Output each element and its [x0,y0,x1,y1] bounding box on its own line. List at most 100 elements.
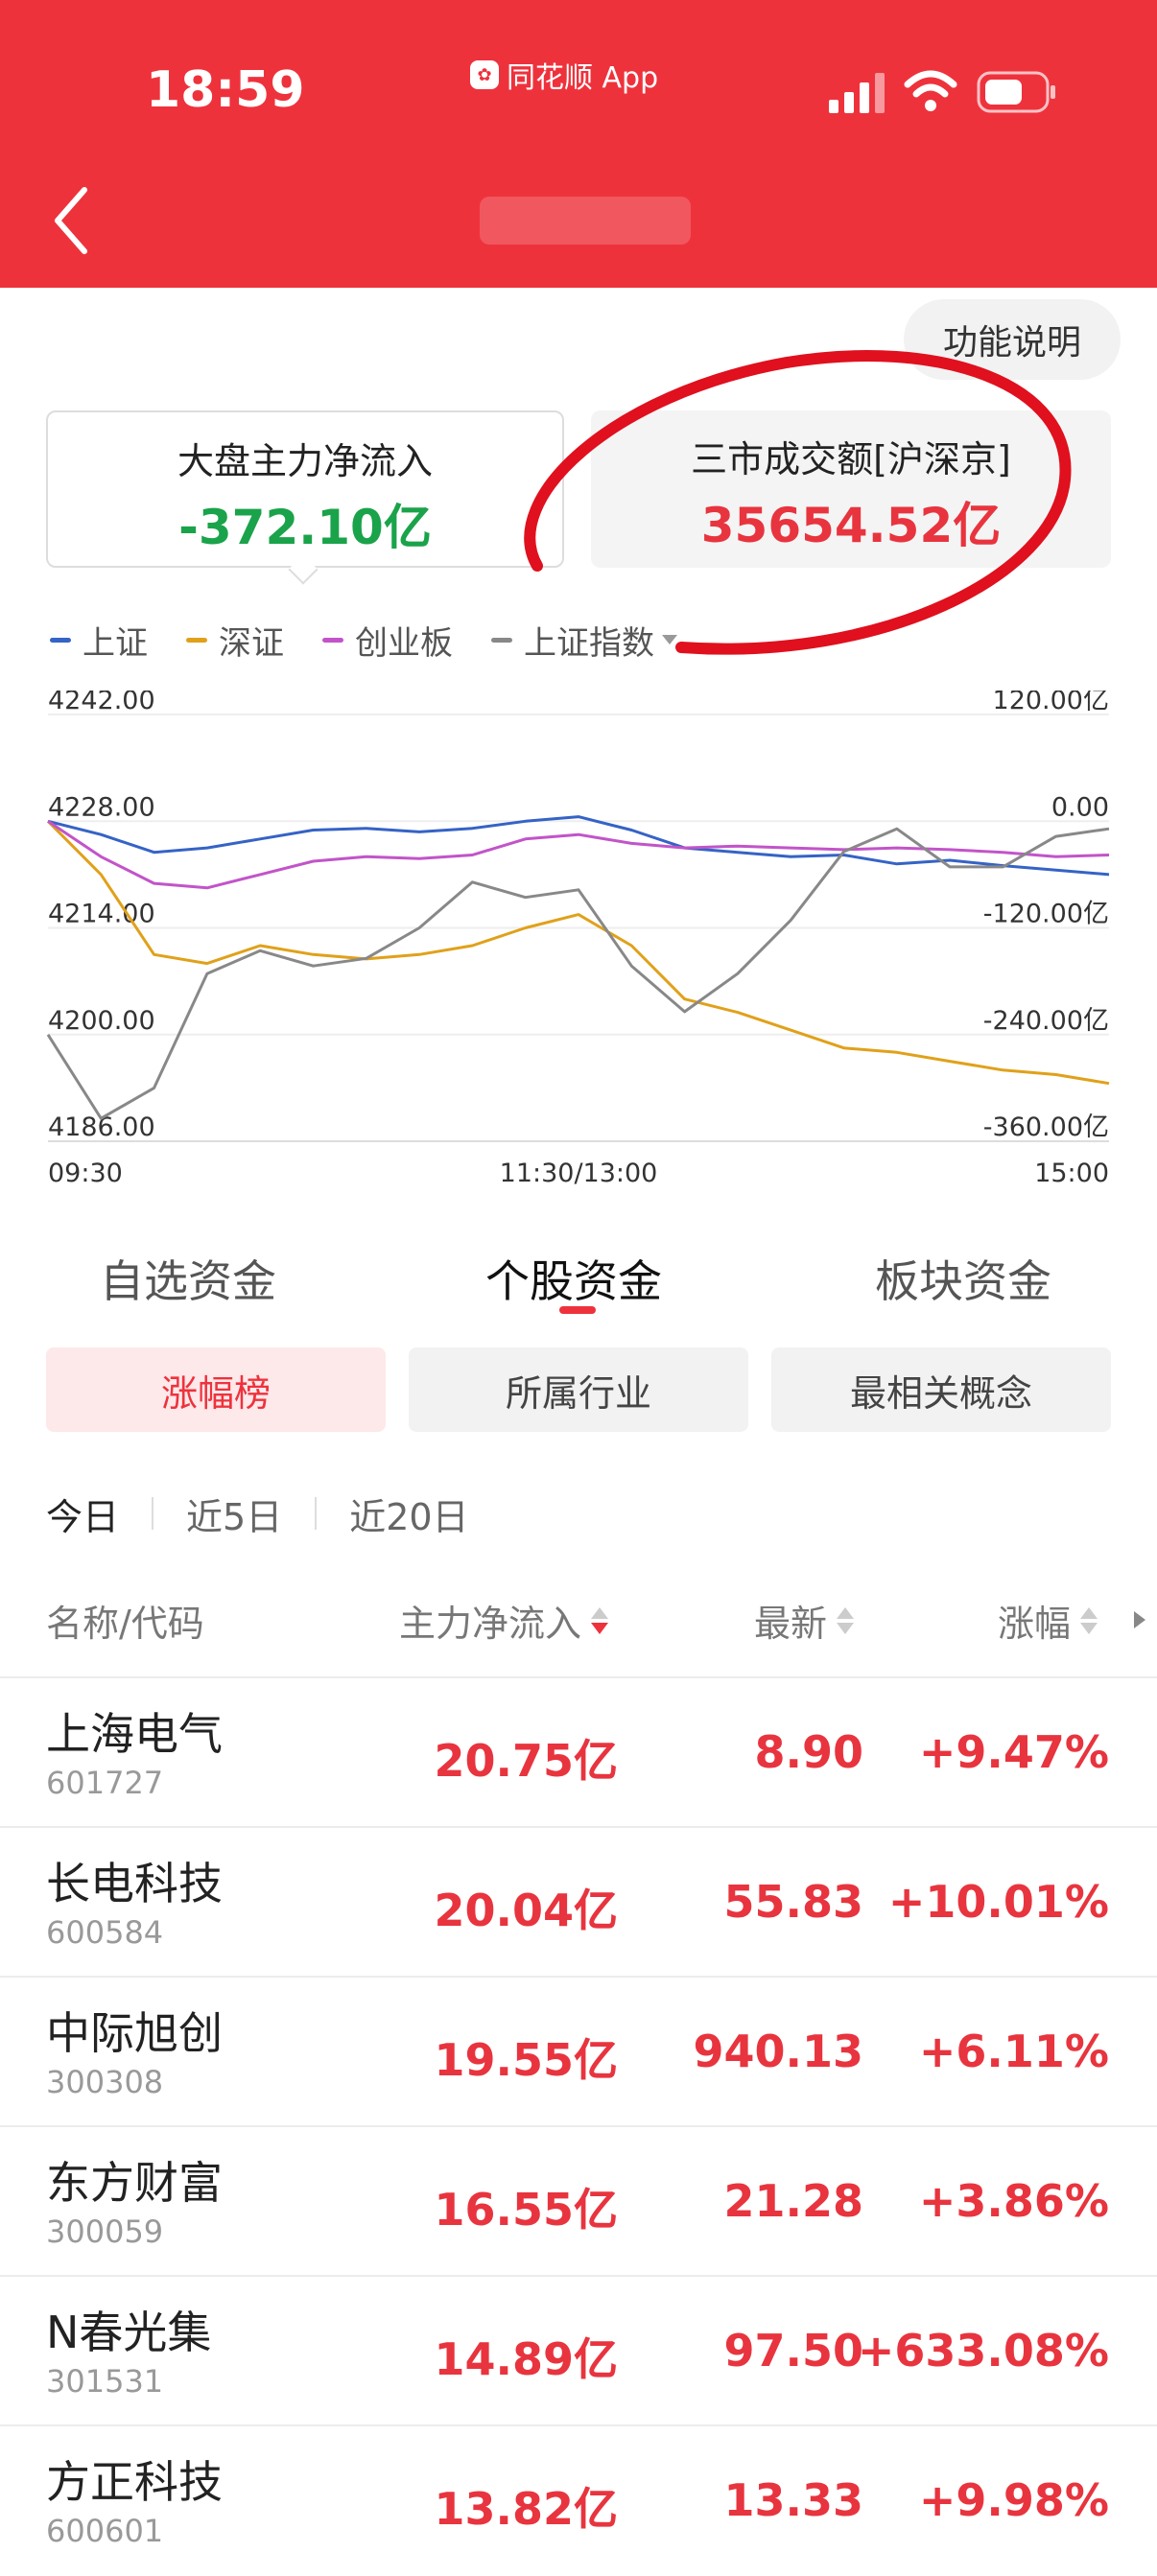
y-left-tick-label: 4214.00 [48,900,155,929]
stock-code: 300308 [46,2064,164,2100]
back-chevron-icon[interactable] [46,182,104,259]
stock-inflow: 19.55亿 [434,2034,618,2086]
legend-item-chinext: 创业板 [322,617,453,664]
table-row[interactable]: 上海电气 601727 20.75亿 8.90 +9.47% [0,1678,1157,1828]
tab-watchlist-funds[interactable]: 自选资金 [100,1247,276,1310]
signal-icon [829,73,885,113]
stock-price: 8.90 [754,1726,864,1778]
table-row[interactable]: 长电科技 600584 20.04亿 55.83 +10.01% [0,1828,1157,1978]
legend-label: 深证 [219,623,284,663]
page-title-blurred [480,197,691,245]
filter-concept[interactable]: 最相关概念 [771,1347,1111,1432]
wifi-icon [904,70,957,111]
sort-icon [1080,1606,1098,1634]
header-label: 涨幅 [998,1603,1072,1645]
y-left-tick-label: 4242.00 [48,691,155,715]
header-bar: 18:59 ✿ 同花顺 App [0,0,1157,288]
legend-label: 上证指数 [524,623,654,663]
stock-inflow: 20.75亿 [434,1735,618,1787]
header-label: 最新 [754,1603,828,1645]
stock-change: +6.11% [918,2026,1109,2077]
divider [152,1497,154,1530]
stock-code: 601727 [46,1765,164,1801]
period-20d[interactable]: 近20日 [349,1487,468,1540]
table-row[interactable]: 中际旭创 300308 19.55亿 940.13 +6.11% [0,1978,1157,2127]
legend-swatch [186,637,207,643]
filter-gainers[interactable]: 涨幅榜 [46,1347,386,1432]
legend-swatch [50,637,71,643]
stock-name: N春光集 [46,2307,212,2358]
stock-inflow: 20.04亿 [434,1885,618,1936]
stock-change: +9.47% [918,1726,1109,1778]
active-tab-indicator [559,1306,596,1314]
stock-price: 21.28 [723,2175,863,2227]
app-badge-label: 同花顺 App [507,61,659,95]
divider [315,1497,318,1530]
legend-swatch [491,637,512,643]
legend-item-sh-index[interactable]: 上证指数 [491,617,677,664]
turnover-card[interactable]: 三市成交额[沪深京] 35654.52亿 [591,410,1111,568]
help-button[interactable]: 功能说明 [904,299,1121,380]
money-flow-chart[interactable]: 4242.00 120.00亿 4228.00 0.00 4214.00 -120.00亿… [0,691,1157,1208]
tab-stock-funds[interactable]: 个股资金 [485,1247,662,1310]
more-columns-icon[interactable] [1134,1611,1145,1628]
stock-price: 940.13 [693,2026,863,2077]
x-tick-label: 09:30 [48,1159,123,1188]
stock-name: 中际旭创 [46,2007,223,2059]
y-right-tick-label: -120.00亿 [983,900,1109,929]
legend-label: 创业板 [355,623,453,663]
table-row[interactable]: 方正科技 600601 13.82亿 13.33 +9.98% [0,2426,1157,2576]
legend-swatch [322,637,343,643]
table-row[interactable]: 东方财富 300059 16.55亿 21.28 +3.86% [0,2127,1157,2277]
header-price[interactable]: 最新 [754,1594,855,1647]
period-today[interactable]: 今日 [46,1487,119,1540]
sort-icon [591,1606,609,1634]
battery-icon [977,71,1055,113]
filter-industry[interactable]: 所属行业 [409,1347,748,1432]
stock-name: 方正科技 [46,2456,223,2508]
net-inflow-label: 大盘主力净流入 [177,440,433,482]
y-left-tick-label: 4200.00 [48,1006,155,1036]
legend-item-shenzhen: 深证 [186,617,284,664]
header-label: 名称/代码 [46,1603,204,1645]
stock-inflow: 13.82亿 [434,2483,618,2535]
tab-sector-funds[interactable]: 板块资金 [875,1247,1051,1310]
stock-price: 97.50 [723,2325,863,2377]
y-right-tick-label: 0.00 [1051,792,1109,822]
legend-item-shanghai: 上证 [50,617,148,664]
stock-change: +9.98% [918,2474,1109,2526]
stock-change: +10.01% [887,1876,1109,1928]
y-left-tick-label: 4228.00 [48,792,155,822]
tab-bar: 自选资金 个股资金 板块资金 [0,1228,1157,1333]
stock-change: +3.86% [918,2175,1109,2227]
stock-name: 上海电气 [46,1708,223,1760]
period-5d[interactable]: 近5日 [186,1487,282,1540]
stock-change: +633.08% [857,2325,1109,2377]
app-logo-icon: ✿ [470,60,499,89]
header-change[interactable]: 涨幅 [998,1594,1098,1647]
stock-price: 13.33 [723,2474,863,2526]
chart-legend: 上证 深证 创业板 上证指数 [50,614,716,666]
stock-name: 长电科技 [46,1858,223,1909]
stock-code: 300059 [46,2213,164,2250]
stock-price: 55.83 [723,1876,863,1928]
x-tick-label: 15:00 [1034,1159,1109,1188]
header-inflow[interactable]: 主力净流入 [399,1594,609,1647]
table-row[interactable]: N春光集 301531 14.89亿 97.50 +633.08% [0,2277,1157,2426]
table-header: 名称/代码 主力净流入 最新 涨幅 [0,1573,1157,1669]
net-inflow-value: -372.10亿 [178,500,432,555]
stock-code: 600601 [46,2513,164,2549]
turnover-value: 35654.52亿 [700,498,1002,553]
header-name-code: 名称/代码 [46,1594,204,1647]
y-right-tick-label: 120.00亿 [993,691,1109,715]
legend-label: 上证 [83,623,148,663]
net-inflow-card[interactable]: 大盘主力净流入 -372.10亿 [46,410,564,568]
status-time: 18:59 [146,61,305,119]
sort-icon [837,1606,855,1634]
stock-code: 301531 [46,2363,164,2400]
period-selector: 今日 近5日 近20日 [46,1485,469,1542]
x-tick-label: 11:30/13:00 [500,1159,658,1188]
header-label: 主力净流入 [399,1603,582,1645]
series-line-3 [46,827,1110,1120]
stock-code: 600584 [46,1914,164,1951]
